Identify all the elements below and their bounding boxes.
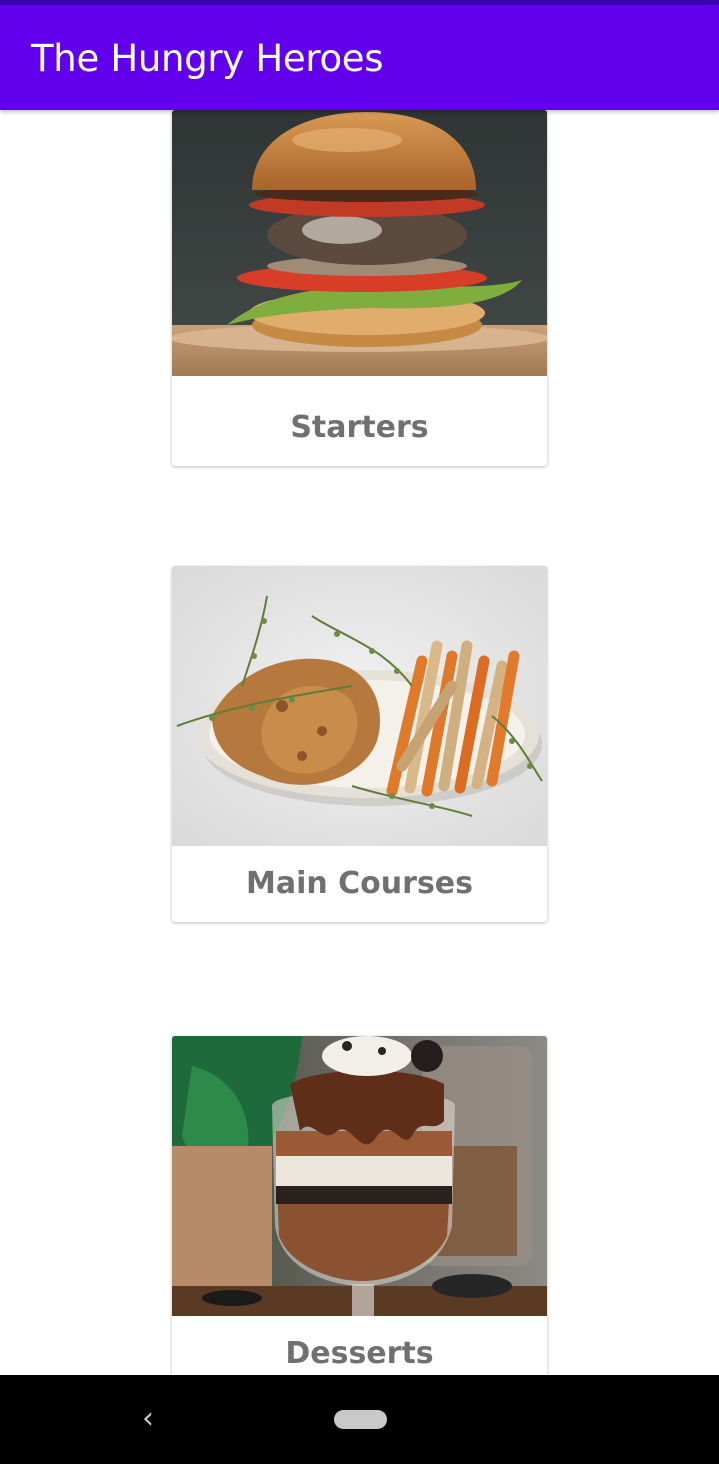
category-card-starters[interactable]: Starters [172, 110, 547, 466]
app-bar: The Hungry Heroes [0, 5, 719, 110]
category-label: Main Courses [245, 866, 474, 901]
home-pill-icon[interactable] [334, 1410, 387, 1429]
category-card-desserts[interactable]: Desserts [172, 1036, 547, 1375]
category-card-main-courses[interactable]: Main Courses [172, 566, 547, 922]
system-navigation-bar: ‹ [0, 1375, 719, 1464]
chocolate-parfait-photo [172, 1036, 547, 1316]
burger-photo [172, 110, 547, 390]
app-title: The Hungry Heroes [31, 37, 384, 80]
fried-chicken-and-fries-photo [172, 566, 547, 846]
category-label: Starters [290, 410, 429, 445]
chevron-left-icon[interactable]: ‹ [128, 1397, 168, 1441]
category-label: Desserts [285, 1336, 434, 1371]
category-list[interactable]: Starters Main Courses Desserts [0, 110, 719, 1375]
